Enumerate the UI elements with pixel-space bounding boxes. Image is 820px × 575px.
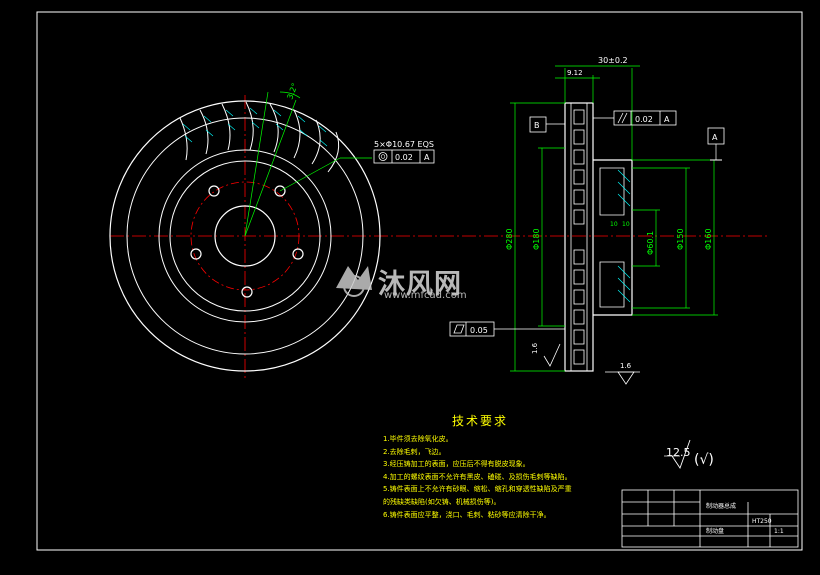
datum-a-label: A bbox=[712, 133, 718, 142]
dia-150-label: Φ150 bbox=[676, 228, 685, 250]
position-tol-value: 0.02 bbox=[395, 153, 413, 162]
vane-slots bbox=[573, 109, 585, 365]
flatness-tol-value: 0.05 bbox=[470, 326, 488, 335]
bolt-holes bbox=[190, 185, 304, 298]
roughness-right-icon bbox=[617, 371, 635, 385]
datum-b-label: B bbox=[534, 121, 540, 130]
front-view: 3.2° 5×Φ10.67 EQS 0.02 A bbox=[109, 82, 770, 380]
section-view: Φ280 Φ180 Φ60.1 Φ150 Φ160 30±0.2 9.12 0.… bbox=[449, 56, 725, 385]
flatness-symbol-icon bbox=[453, 324, 465, 334]
tech-note: 2.去除毛刺，飞边。 bbox=[383, 447, 446, 456]
tech-note: 4.加工的螺纹表面不允许有黑皮、磕碰、及损伤毛刺等缺陷。 bbox=[383, 472, 572, 481]
parallel-tol-value: 0.02 bbox=[635, 115, 653, 124]
tech-requirements-notes: 1.毕件须去除氧化皮。 2.去除毛刺，飞边。 3.经压铸加工的表面，应压后不得有… bbox=[383, 433, 572, 521]
hat-section bbox=[593, 159, 633, 316]
title-block-name: 制动器总成 bbox=[706, 502, 736, 510]
watermark-url: www.mfcad.com bbox=[384, 290, 467, 301]
small-dim-2: 10 bbox=[622, 221, 630, 228]
roughness-left-value: 1.6 bbox=[531, 342, 539, 354]
tech-note: 3.经压铸加工的表面，应压后不得有脱皮现象。 bbox=[383, 460, 530, 469]
dia-280-label: Φ280 bbox=[505, 228, 514, 250]
general-roughness-value: 12.5 bbox=[666, 446, 691, 459]
roughness-left-icon bbox=[543, 343, 561, 367]
tech-note: 6.铸件表面应平整，浇口、毛刺、粘砂等应清除干净。 bbox=[383, 510, 551, 519]
dia-180-label: Φ180 bbox=[532, 228, 541, 250]
tech-note: 5.铸件表面上不允许有砂眼、缩松、缩孔和穿透性缺陷及严重 bbox=[383, 485, 572, 494]
angle-label: 3.2° bbox=[285, 82, 299, 101]
hole-leader bbox=[279, 157, 341, 192]
hole-callout: 5×Φ10.67 EQS bbox=[374, 140, 434, 149]
watermark-logo bbox=[336, 266, 372, 297]
drawing-canvas: 3.2° 5×Φ10.67 EQS 0.02 A Φ280 Φ180 Φ60.1… bbox=[0, 0, 820, 571]
vane-section bbox=[179, 101, 340, 173]
position-symbol-icon bbox=[378, 152, 388, 161]
tech-note: 1.毕件须去除氧化皮。 bbox=[383, 435, 453, 443]
tech-note: 的残缺类缺陷(如欠铸、机械损伤等)。 bbox=[383, 497, 501, 506]
dia-60-label: Φ60.1 bbox=[646, 231, 655, 255]
tech-requirements-title: 技术要求 bbox=[452, 414, 509, 428]
diameter-dims bbox=[510, 102, 718, 372]
title-block-material: HT250 bbox=[752, 518, 772, 525]
vane-hatch bbox=[182, 107, 328, 147]
dia-160-label: Φ160 bbox=[704, 228, 713, 250]
thickness-label: 9.12 bbox=[567, 69, 583, 77]
title-block-scale: 1:1 bbox=[774, 528, 784, 535]
parallel-symbol-icon bbox=[617, 112, 624, 124]
position-tol-datum: A bbox=[424, 153, 430, 162]
title-block-part: 制动盘 bbox=[706, 527, 724, 535]
parallel-tol-datum: A bbox=[664, 115, 670, 124]
general-roughness-paren: (√) bbox=[694, 452, 714, 468]
small-dim-1: 10 bbox=[610, 221, 618, 228]
disc-section-outline bbox=[564, 102, 594, 372]
roughness-right-value: 1.6 bbox=[620, 362, 632, 370]
top-dim-label: 30±0.2 bbox=[598, 56, 628, 65]
